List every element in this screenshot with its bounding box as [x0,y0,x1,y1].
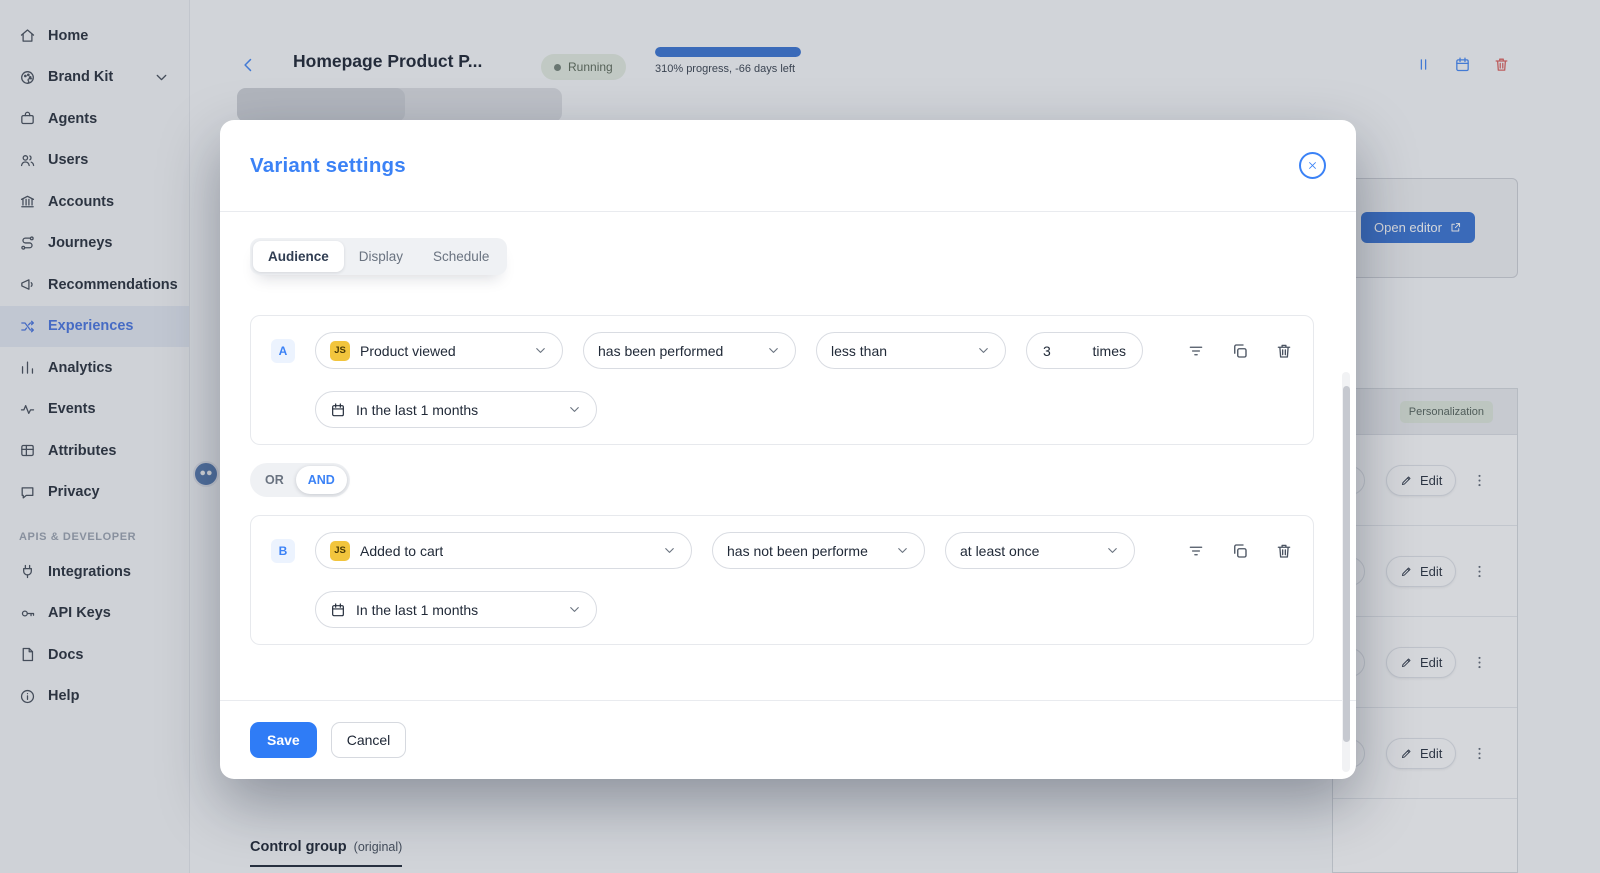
condition-actions [1187,342,1293,360]
filter-icon [1187,542,1205,560]
chevron-down-icon [533,343,548,358]
duplicate-condition-button[interactable] [1231,342,1249,360]
modal-title: Variant settings [250,154,406,178]
comparison-select[interactable]: less than [816,332,1006,369]
modal-body: Audience Display Schedule A JS Product v… [220,212,1356,700]
operator-row: OR AND [250,463,1326,497]
delete-condition-button[interactable] [1275,342,1293,360]
calendar-icon [330,402,346,418]
js-source-badge: JS [330,541,350,561]
event-select[interactable]: JS Product viewed [315,332,563,369]
modal-tabs: Audience Display Schedule [250,238,507,275]
close-icon [1307,160,1318,171]
condition-row: In the last 1 months [315,591,1293,628]
cancel-button[interactable]: Cancel [331,722,407,758]
tab-schedule[interactable]: Schedule [418,241,504,272]
condition-row: A JS Product viewed has been performed l… [271,332,1293,369]
count-unit: times [1093,343,1126,359]
calendar-icon [330,602,346,618]
chevron-down-icon [662,543,677,558]
modal-header: Variant settings [220,120,1356,212]
scrollbar-thumb[interactable] [1343,386,1350,742]
copy-icon [1231,342,1249,360]
chevron-down-icon [567,402,582,417]
timeframe-select-value: In the last 1 months [356,602,478,618]
condition-row: In the last 1 months [315,391,1293,428]
timeframe-select[interactable]: In the last 1 months [315,391,597,428]
event-select-value: Product viewed [360,343,456,359]
tab-audience[interactable]: Audience [253,241,344,272]
condition-group-a: A JS Product viewed has been performed l… [250,315,1314,445]
trash-icon [1275,542,1293,560]
js-source-badge: JS [330,341,350,361]
comparison-select-value: less than [831,343,887,359]
condition-letter-a: A [271,339,295,363]
condition-letter-b: B [271,539,295,563]
filter-button[interactable] [1187,542,1205,560]
condition-actions [1187,542,1293,560]
performed-select-value: has not been performe [727,543,868,559]
save-button[interactable]: Save [250,722,317,758]
performed-select[interactable]: has been performed [583,332,796,369]
operator-and[interactable]: AND [296,466,347,494]
filter-button[interactable] [1187,342,1205,360]
filter-icon [1187,342,1205,360]
timeframe-select[interactable]: In the last 1 months [315,591,597,628]
chevron-down-icon [976,343,991,358]
duplicate-condition-button[interactable] [1231,542,1249,560]
count-input[interactable]: 3 times [1026,332,1143,369]
modal-scrollbar[interactable] [1342,372,1350,772]
event-select[interactable]: JS Added to cart [315,532,692,569]
performed-select[interactable]: has not been performe [712,532,925,569]
timeframe-select-value: In the last 1 months [356,402,478,418]
chevron-down-icon [895,543,910,558]
condition-group-b: B JS Added to cart has not been performe… [250,515,1314,645]
delete-condition-button[interactable] [1275,542,1293,560]
comparison-select-value: at least once [960,543,1039,559]
event-select-value: Added to cart [360,543,443,559]
operator-toggle: OR AND [250,463,350,497]
tab-display[interactable]: Display [344,241,418,272]
copy-icon [1231,542,1249,560]
chevron-down-icon [766,343,781,358]
chevron-down-icon [1105,543,1120,558]
comparison-select[interactable]: at least once [945,532,1135,569]
condition-row: B JS Added to cart has not been performe… [271,532,1293,569]
close-button[interactable] [1299,152,1326,179]
modal-footer: Save Cancel [220,700,1356,779]
count-value: 3 [1043,343,1051,359]
operator-or[interactable]: OR [253,466,296,494]
trash-icon [1275,342,1293,360]
variant-settings-modal: Variant settings Audience Display Schedu… [220,120,1356,779]
performed-select-value: has been performed [598,343,723,359]
chevron-down-icon [567,602,582,617]
